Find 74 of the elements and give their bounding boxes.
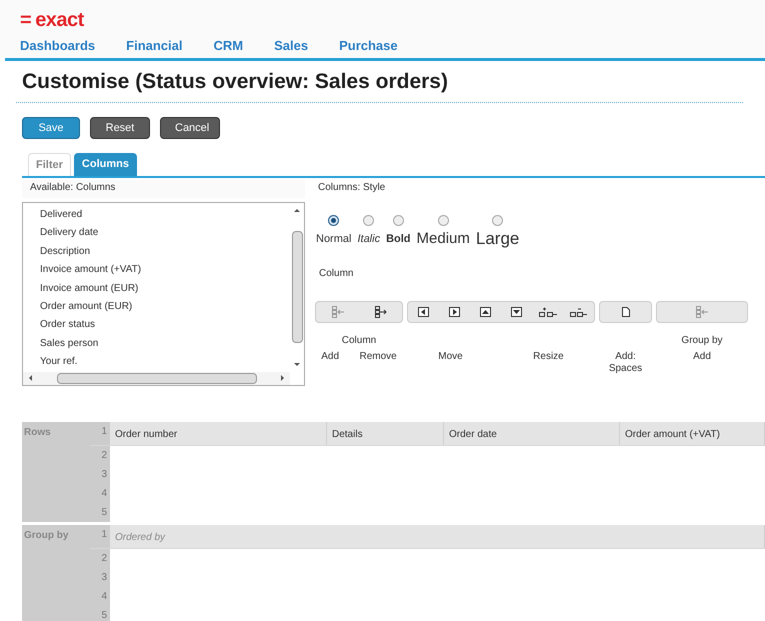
column-list[interactable]: Delivered Delivery date Description Invoice amount (+VAT) Invoice amount (EUR) Order amount (EUR) Order status Sales person Your ref.: [22, 202, 305, 386]
list-item[interactable]: Description: [40, 242, 290, 262]
nav-link[interactable]: CRM: [214, 38, 244, 54]
toolbar-label: Add: [321, 351, 340, 363]
toolbar-label: Add: [693, 351, 711, 363]
table-cell[interactable]: Details: [327, 422, 444, 445]
tab[interactable]: Columns: [74, 153, 137, 176]
row-number: 3: [90, 568, 110, 587]
action-button[interactable]: Reset: [90, 117, 150, 139]
nav-link[interactable]: Financial: [126, 38, 182, 54]
scroll-right-icon[interactable]: [280, 374, 286, 382]
list-item[interactable]: Order amount (EUR): [40, 298, 290, 316]
row-number: 3: [90, 465, 110, 484]
horizontal-scrollbar[interactable]: [23, 372, 290, 385]
radio-button[interactable]: [363, 215, 374, 226]
radio-label: Large: [476, 229, 520, 249]
row-number: 5: [90, 503, 110, 522]
row-number: 1: [90, 422, 110, 445]
panel-label: Available: Columns: [22, 180, 305, 198]
radio-button[interactable]: [392, 215, 404, 226]
row-number: 1: [90, 525, 110, 548]
radio-label: Medium: [416, 229, 470, 249]
radio-button[interactable]: [492, 215, 504, 226]
toolbar-label: Add: Spaces: [608, 351, 642, 375]
list-item[interactable]: Delivery date: [40, 224, 290, 243]
section-header: Rows: [22, 422, 90, 522]
row-number: 4: [90, 484, 110, 503]
list-item[interactable]: Invoice amount (+VAT): [40, 261, 290, 280]
page-title: Customise (Status overview: Sales orders): [22, 69, 449, 95]
remove-column-icon: [374, 306, 388, 318]
nav-link[interactable]: Purchase: [339, 38, 398, 54]
save-button[interactable]: Save: [22, 117, 80, 139]
add-column-icon: [695, 306, 709, 318]
section-label: Column: [318, 267, 354, 281]
table-cell[interactable]: Order number: [110, 422, 327, 445]
page-icon: [620, 306, 630, 318]
move-up-icon: [478, 306, 492, 318]
radio-label: Bold: [386, 232, 411, 247]
radio-label: Italic: [357, 232, 380, 247]
nav-link[interactable]: Sales: [274, 38, 308, 54]
row-number: 4: [90, 587, 110, 606]
radio-label: Normal: [316, 232, 352, 247]
action-button[interactable]: Cancel: [160, 117, 220, 139]
list-item[interactable]: Sales person: [40, 334, 290, 354]
scroll-up-icon[interactable]: [293, 207, 301, 213]
toolbar-label: Resize: [533, 351, 564, 363]
move-down-icon: [510, 306, 524, 318]
table-cell[interactable]: Order amount (+VAT): [620, 422, 765, 445]
move-right-icon: [448, 306, 462, 318]
list-item[interactable]: Order status: [40, 316, 290, 335]
scroll-left-icon[interactable]: [27, 374, 33, 382]
list-item[interactable]: Your ref.: [40, 353, 290, 372]
list-item[interactable]: Invoice amount (EUR): [40, 280, 290, 298]
narrow-icon: [568, 306, 588, 318]
radio-button[interactable]: [438, 215, 449, 226]
row-number: 2: [90, 549, 110, 568]
toolbar-label: Remove: [360, 351, 397, 363]
toolbar-label: Move: [438, 351, 463, 363]
group-caption: Column: [342, 335, 376, 346]
list-item[interactable]: Delivered: [40, 206, 290, 224]
scroll-down-icon[interactable]: [293, 362, 301, 368]
move-left-icon: [416, 306, 430, 318]
add-column-icon: [330, 306, 344, 318]
tab[interactable]: Filter: [28, 153, 71, 176]
table-cell[interactable]: Order date: [444, 422, 620, 445]
logo[interactable]: = exact: [20, 8, 84, 32]
row-number: 2: [90, 446, 110, 465]
panel-label: Columns: Style: [317, 181, 386, 195]
radio-button[interactable]: [328, 215, 340, 226]
section-header: Group by: [22, 525, 90, 621]
nav-link[interactable]: Dashboards: [20, 38, 96, 54]
row-number: 5: [90, 606, 110, 621]
group-caption: Group by: [681, 335, 723, 346]
widen-icon: [538, 306, 558, 318]
